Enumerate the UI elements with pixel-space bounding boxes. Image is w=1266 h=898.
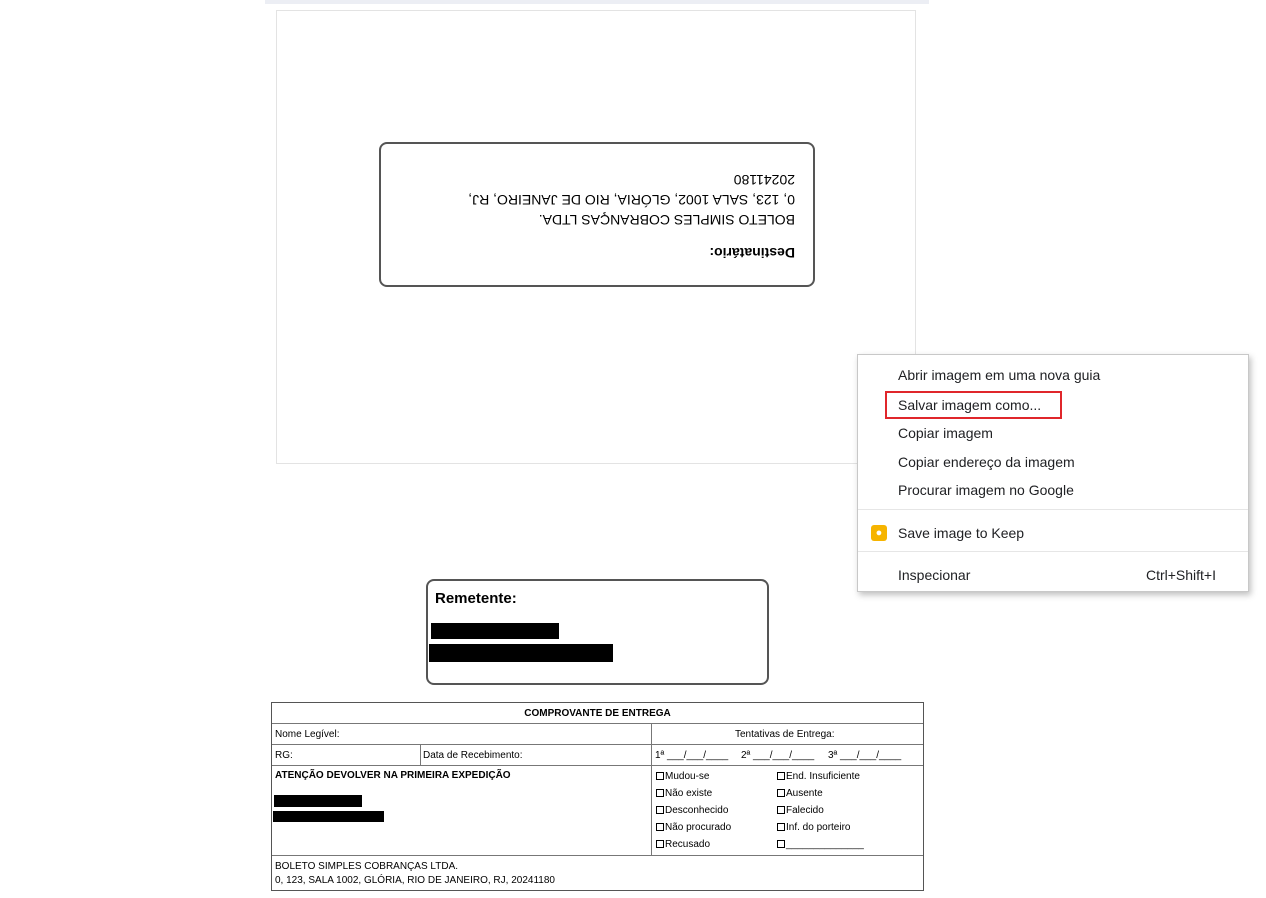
option-nao-existe[interactable]: Não existe xyxy=(656,788,712,799)
menu-separator xyxy=(858,509,1248,510)
delivery-receipt: COMPROVANTE DE ENTREGA Nome Legível: Ten… xyxy=(271,702,924,891)
redacted-return-name xyxy=(274,795,362,807)
option-inf-porteiro[interactable]: Inf. do porteiro xyxy=(777,822,850,833)
viewer-top-bar xyxy=(265,0,929,4)
checkbox[interactable] xyxy=(777,772,785,780)
option-mudou-se[interactable]: Mudou-se xyxy=(656,771,709,782)
highlight-box xyxy=(885,391,1062,419)
checkbox[interactable] xyxy=(656,806,664,814)
remetente-box: Remetente: xyxy=(426,579,769,685)
checkbox[interactable] xyxy=(777,806,785,814)
checkbox[interactable] xyxy=(777,789,785,797)
attempt-1: 1ª ___/___/____ xyxy=(655,750,729,761)
menu-copy-image-address[interactable]: Copiar endereço da imagem xyxy=(858,448,1248,476)
data-recebimento-label: Data de Recebimento: xyxy=(423,750,523,761)
option-ausente[interactable]: Ausente xyxy=(777,788,823,799)
option-outro[interactable]: ______________ xyxy=(777,839,864,850)
attempt-3: 3ª ___/___/____ xyxy=(828,750,902,761)
checkbox[interactable] xyxy=(656,840,664,848)
checkbox[interactable] xyxy=(777,840,785,848)
receipt-row-nome: Nome Legível: Tentativas de Entrega: xyxy=(272,724,923,745)
destinatario-title: Destinatário: xyxy=(709,245,795,261)
destinatario-rotated-content: Destinatário: BOLETO SIMPLES COBRANÇAS L… xyxy=(381,144,813,285)
redacted-return-address xyxy=(273,811,384,822)
menu-search-google[interactable]: Procurar imagem no Google xyxy=(858,476,1248,504)
menu-open-image-new-tab[interactable]: Abrir imagem em uma nova guia xyxy=(858,361,1248,389)
context-menu: Abrir imagem em uma nova guia Salvar ima… xyxy=(857,354,1249,592)
menu-separator xyxy=(858,551,1248,552)
checkbox[interactable] xyxy=(777,823,785,831)
option-end-insuficiente[interactable]: End. Insuficiente xyxy=(777,771,860,782)
tentativas-label: Tentativas de Entrega: xyxy=(735,729,835,740)
destinatario-box: Destinatário: BOLETO SIMPLES COBRANÇAS L… xyxy=(379,142,815,287)
footer-company: BOLETO SIMPLES COBRANÇAS LTDA. xyxy=(275,861,459,872)
menu-save-to-keep[interactable]: ● Save image to Keep xyxy=(858,519,1248,547)
attempt-2: 2ª ___/___/____ xyxy=(741,750,815,761)
keep-bulb-icon: ● xyxy=(871,525,887,541)
redacted-sender-address xyxy=(429,644,613,662)
inspect-shortcut: Ctrl+Shift+I xyxy=(1145,567,1216,583)
destinatario-cep: 20241180 xyxy=(733,172,795,188)
option-desconhecido[interactable]: Desconhecido xyxy=(656,805,728,816)
rg-label: RG: xyxy=(275,750,293,761)
atencao-label: ATENÇÃO DEVOLVER NA PRIMEIRA EXPEDIÇÃO xyxy=(275,770,511,781)
destinatario-name: BOLETO SIMPLES COBRANÇAS LTDA. xyxy=(538,212,795,228)
checkbox[interactable] xyxy=(656,789,664,797)
menu-inspect[interactable]: Inspecionar Ctrl+Shift+I xyxy=(858,561,1248,589)
checkbox[interactable] xyxy=(656,772,664,780)
remetente-title: Remetente: xyxy=(435,590,517,607)
receipt-header: COMPROVANTE DE ENTREGA xyxy=(524,708,671,719)
receipt-row-rg: RG: Data de Recebimento: 1ª ___/___/____… xyxy=(272,745,923,766)
option-nao-procurado[interactable]: Não procurado xyxy=(656,822,731,833)
option-falecido[interactable]: Falecido xyxy=(777,805,824,816)
nome-label: Nome Legível: xyxy=(275,729,340,740)
menu-copy-image[interactable]: Copiar imagem xyxy=(858,419,1248,447)
redacted-sender-name xyxy=(431,623,559,639)
footer-address: 0, 123, SALA 1002, GLÓRIA, RIO DE JANEIR… xyxy=(275,875,555,886)
checkbox[interactable] xyxy=(656,823,664,831)
destinatario-address: 0, 123, SALA 1002, GLÓRIA, RIO DE JANEIR… xyxy=(468,192,795,208)
receipt-row-options: ATENÇÃO DEVOLVER NA PRIMEIRA EXPEDIÇÃO M… xyxy=(272,766,923,856)
option-recusado[interactable]: Recusado xyxy=(656,839,710,850)
receipt-header-row: COMPROVANTE DE ENTREGA xyxy=(272,703,923,724)
